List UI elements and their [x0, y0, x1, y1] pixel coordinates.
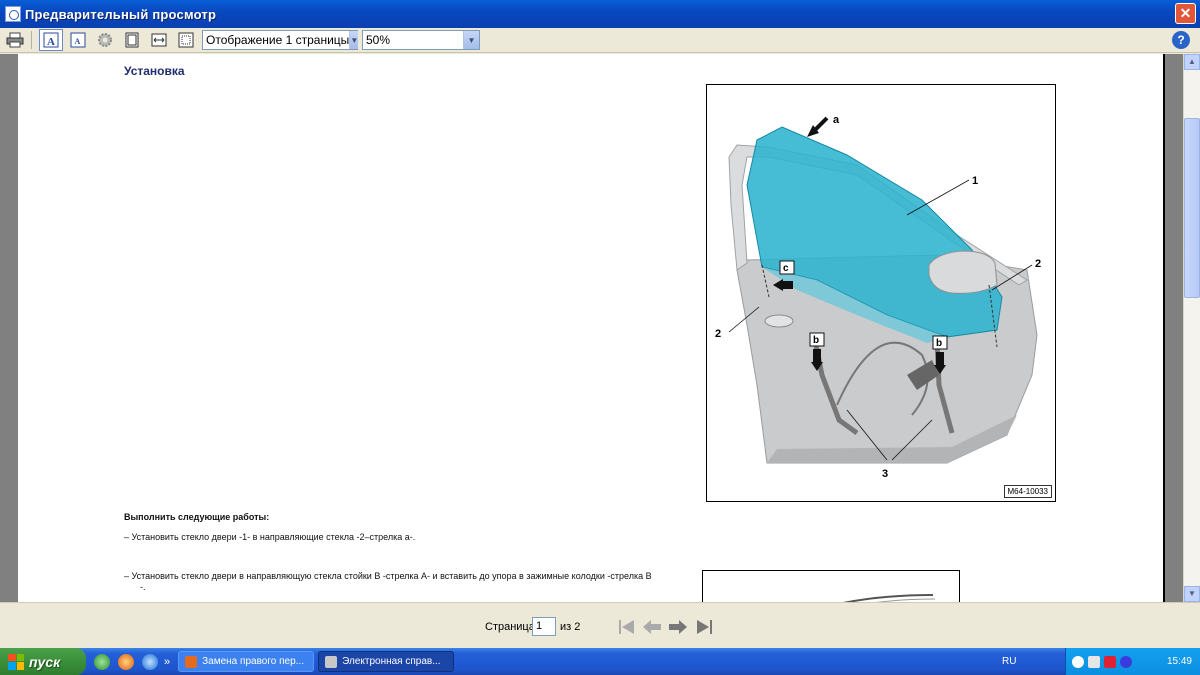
svg-text:A: A — [47, 36, 55, 48]
document-viewport[interactable]: Установка a 1 c 2 2 b b 3 M64-10033 Выпо… — [0, 54, 1200, 602]
font-small-icon: A — [70, 32, 86, 48]
font-smaller-button[interactable]: A — [66, 29, 90, 51]
task-button-browser[interactable]: Замена правого пер... — [178, 651, 315, 672]
door-diagram: a 1 c 2 2 b b 3 — [715, 114, 1041, 480]
help-app-icon — [325, 655, 338, 668]
next-page-icon[interactable] — [667, 617, 689, 637]
app-icon — [5, 6, 21, 22]
help-button[interactable]: ? — [1172, 31, 1190, 49]
window-titlebar: Предварительный просмотр ✕ — [0, 0, 1200, 28]
print-icon — [6, 32, 24, 48]
fit-page-button[interactable] — [174, 29, 198, 51]
step-2-tail: -. — [140, 582, 146, 592]
last-page-icon[interactable] — [693, 617, 715, 637]
vertical-scrollbar[interactable]: ▲ ▼ — [1183, 54, 1200, 602]
gear-icon — [98, 33, 112, 47]
steps-heading: Выполнить следующие работы: — [124, 512, 270, 522]
quicklaunch-icon[interactable] — [94, 653, 110, 670]
second-illustration — [702, 570, 960, 602]
network-icon[interactable] — [1088, 655, 1100, 668]
scroll-down-icon[interactable]: ▼ — [1184, 586, 1200, 602]
preview-toolbar: A A Отображение 1 страницы ▼ 50% ▼ ? — [0, 28, 1200, 53]
section-title: Установка — [124, 64, 185, 78]
quicklaunch-more[interactable]: » — [164, 656, 170, 668]
svg-text:A: A — [75, 37, 81, 46]
label-2-left: 2 — [715, 328, 721, 340]
firefox-icon — [185, 655, 198, 668]
font-larger-button[interactable]: A — [39, 29, 63, 51]
system-tray: RU 15:49 — [1002, 648, 1200, 675]
chevron-down-icon[interactable]: ▼ — [463, 31, 479, 49]
windows-logo-icon — [8, 653, 24, 670]
zoom-value: 50% — [366, 33, 391, 47]
door-glass-illustration: a 1 c 2 2 b b 3 M64-10033 — [706, 84, 1056, 502]
tray-arrow-icon[interactable] — [1072, 655, 1084, 668]
page-number-input[interactable]: 1 — [532, 617, 556, 636]
font-large-icon: A — [43, 32, 59, 48]
security-icon[interactable] — [1104, 655, 1116, 668]
scroll-thumb[interactable] — [1184, 118, 1200, 298]
settings-button[interactable] — [93, 29, 117, 51]
windows-taskbar: пуск » Замена правого пер... Электронная… — [0, 648, 1200, 675]
task-label: Замена правого пер... — [202, 656, 304, 667]
page-label: Страница — [485, 621, 535, 633]
toolbar-separator — [31, 31, 32, 49]
label-c: c — [783, 263, 789, 274]
ie-icon[interactable] — [142, 653, 158, 670]
prev-page-icon[interactable] — [641, 617, 663, 637]
task-button-help[interactable]: Электронная справ... — [318, 651, 455, 672]
window-title: Предварительный просмотр — [25, 6, 217, 22]
start-button[interactable]: пуск — [0, 648, 86, 675]
document-page: Установка a 1 c 2 2 b b 3 M64-10033 Выпо… — [18, 54, 1165, 602]
first-page-icon[interactable] — [616, 617, 638, 637]
chevron-down-icon[interactable]: ▼ — [349, 31, 359, 49]
close-button[interactable]: ✕ — [1175, 3, 1196, 24]
label-b-left: b — [813, 335, 819, 346]
clock: 15:49 — [1166, 656, 1192, 667]
label-b-right: b — [936, 338, 942, 349]
label-3: 3 — [882, 468, 888, 480]
print-button[interactable] — [3, 29, 27, 51]
scroll-up-icon[interactable]: ▲ — [1184, 54, 1200, 70]
page-total-label: из 2 — [560, 621, 581, 633]
page-width-button[interactable] — [147, 29, 171, 51]
label-2-right: 2 — [1035, 258, 1041, 270]
page-navigator: Страница 1 из 2 — [0, 602, 1200, 648]
language-indicator[interactable]: RU — [1002, 656, 1016, 667]
fit-page-icon — [178, 32, 194, 48]
step-2: – Установить стекло двери в направляющую… — [124, 571, 652, 581]
view-mode-select[interactable]: Отображение 1 страницы ▼ — [202, 30, 359, 50]
figure-code: M64-10033 — [1003, 485, 1052, 498]
start-label: пуск — [29, 653, 61, 670]
zoom-select[interactable]: 50% ▼ — [362, 30, 480, 50]
bluetooth-icon[interactable] — [1120, 655, 1132, 668]
door-frame-partial — [842, 594, 936, 602]
page-width-icon — [151, 33, 167, 47]
full-page-button[interactable] — [120, 29, 144, 51]
page-icon — [125, 32, 139, 48]
task-label: Электронная справ... — [342, 656, 441, 667]
label-a: a — [833, 114, 840, 126]
view-mode-value: Отображение 1 страницы — [206, 33, 350, 47]
firefox-icon[interactable] — [118, 653, 134, 670]
label-1: 1 — [972, 175, 978, 187]
step-1: – Установить стекло двери -1- в направля… — [124, 532, 416, 542]
